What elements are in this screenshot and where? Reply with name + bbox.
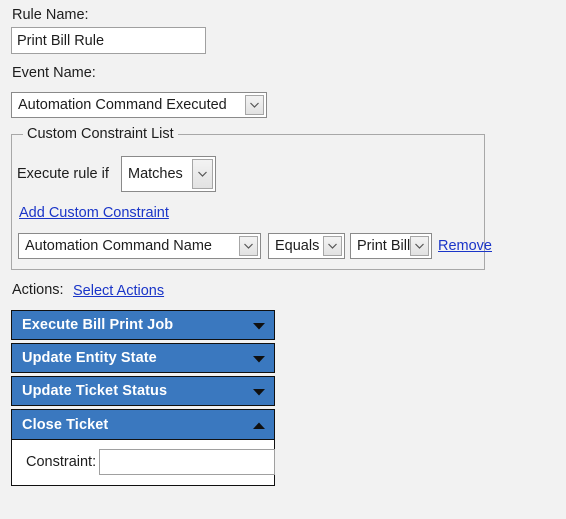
select-actions-link[interactable]: Select Actions <box>73 283 164 299</box>
accordion-title: Close Ticket <box>22 416 109 433</box>
constraint-field-select[interactable]: Automation Command Name <box>18 233 261 259</box>
match-mode-select-value: Matches <box>128 166 183 182</box>
custom-constraint-list-legend: Custom Constraint List <box>23 126 178 142</box>
event-name-label: Event Name: <box>12 65 96 81</box>
custom-constraint-list-fieldset: Custom Constraint List Execute rule if M… <box>11 126 492 270</box>
chevron-down-icon[interactable] <box>252 350 266 366</box>
constraint-operator-select[interactable]: Equals <box>268 233 345 259</box>
accordion-title: Update Ticket Status <box>22 383 168 399</box>
accordion-header-update-ticket-status[interactable]: Update Ticket Status <box>11 376 275 406</box>
match-mode-select[interactable]: Matches <box>121 156 216 192</box>
actions-label: Actions: <box>12 282 64 298</box>
constraint-value-select[interactable]: Print Bill <box>350 233 432 259</box>
accordion-header-update-entity-state[interactable]: Update Entity State <box>11 343 275 373</box>
close-ticket-constraint-input[interactable] <box>99 449 276 475</box>
accordion-item-update-entity-state: Update Entity State <box>11 343 275 373</box>
accordion-header-close-ticket[interactable]: Close Ticket <box>12 410 274 440</box>
constraint-row: Automation Command Name Equals Print Bil… <box>18 233 492 261</box>
accordion-title: Update Entity State <box>22 350 157 366</box>
chevron-down-icon[interactable] <box>252 317 266 333</box>
chevron-down-icon[interactable] <box>323 236 342 256</box>
add-custom-constraint-link[interactable]: Add Custom Constraint <box>19 205 169 221</box>
accordion-item-close-ticket: Close Ticket Constraint: <box>11 409 276 486</box>
accordion-item-execute-bill-print-job: Execute Bill Print Job <box>11 310 275 340</box>
execute-rule-if-label: Execute rule if <box>17 166 109 182</box>
constraint-value-select-value: Print Bill <box>357 238 410 254</box>
rule-name-label: Rule Name: <box>12 7 89 23</box>
chevron-down-icon[interactable] <box>192 159 213 189</box>
constraint-label: Constraint: <box>26 453 97 470</box>
constraint-field-select-value: Automation Command Name <box>25 238 212 254</box>
accordion-title: Execute Bill Print Job <box>22 317 174 333</box>
chevron-down-icon[interactable] <box>239 236 258 256</box>
accordion-body-close-ticket: Constraint: <box>12 440 276 485</box>
accordion-header-execute-bill-print-job[interactable]: Execute Bill Print Job <box>11 310 275 340</box>
remove-constraint-link[interactable]: Remove <box>438 238 492 254</box>
chevron-down-icon[interactable] <box>245 95 264 115</box>
event-name-select-value: Automation Command Executed <box>18 97 227 113</box>
accordion-item-update-ticket-status: Update Ticket Status <box>11 376 275 406</box>
rule-name-input[interactable] <box>11 27 206 54</box>
actions-accordion: Execute Bill Print Job Update Entity Sta… <box>11 310 276 489</box>
event-name-select[interactable]: Automation Command Executed <box>11 92 267 118</box>
chevron-down-icon[interactable] <box>410 236 429 256</box>
constraint-operator-select-value: Equals <box>275 238 320 254</box>
chevron-down-icon[interactable] <box>252 383 266 399</box>
chevron-up-icon[interactable] <box>252 417 266 433</box>
